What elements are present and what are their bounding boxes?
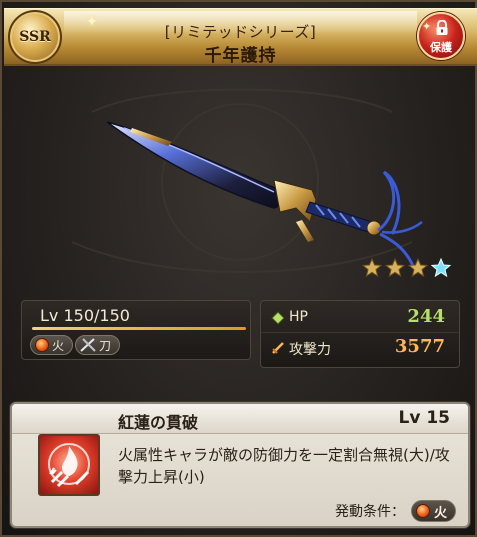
- activation-condition: 発動条件： 火: [335, 500, 456, 522]
- hp-diamond-icon: [271, 311, 285, 325]
- skill-name: 紅蓮の貫破: [118, 413, 199, 432]
- weapon-name: 千年護持: [204, 46, 277, 66]
- lock-icon: [436, 20, 448, 35]
- weapon-series: [リミテッドシリーズ]: [164, 23, 317, 41]
- sparkle-icon: ✦: [422, 20, 432, 33]
- condition-element-chip: 火: [410, 500, 456, 522]
- fire-element-icon: [415, 504, 430, 518]
- level-progress-bar: [32, 327, 246, 330]
- attack-label: 攻撃力: [289, 342, 331, 358]
- protect-label: 保護: [430, 41, 452, 54]
- weapon-type-chip: 刀: [75, 335, 121, 355]
- sparkle-icon: ✦: [86, 14, 98, 30]
- attack-value: 3577: [394, 336, 445, 357]
- ssr-rarity-badge: SSR: [8, 10, 62, 64]
- weapon-type-label: 刀: [99, 338, 112, 353]
- stats-panel: HP 244 攻撃力 3577: [260, 300, 460, 368]
- fire-element-icon: [35, 338, 49, 352]
- star-icon: [385, 258, 405, 278]
- skill-header: 紅蓮の貫破 Lv 15: [12, 404, 468, 434]
- star-icon: [362, 258, 382, 278]
- skill-description: 火属性キャラが敵の防御力を一定割合無視(大)/攻撃力上昇(小): [118, 446, 450, 486]
- attack-sword-icon: [272, 342, 284, 354]
- blue-star-icon: [431, 258, 451, 278]
- condition-element-label: 火: [433, 505, 447, 521]
- rarity-stars: [362, 258, 451, 278]
- condition-label: 発動条件：: [334, 504, 405, 520]
- level-text: Lv 150/150: [40, 306, 130, 325]
- attack-row: 攻撃力 3577: [261, 335, 459, 363]
- hp-label: HP: [289, 309, 308, 325]
- weapon-detail-frame: [リミテッドシリーズ] 千年護持 SSR 保護 ✦ ✦ Lv 150/150 火…: [0, 0, 477, 537]
- level-panel: Lv 150/150 火 刀: [21, 300, 251, 360]
- skill-icon: [38, 434, 100, 496]
- element-label: 火: [52, 338, 65, 353]
- weapon-header: [リミテッドシリーズ] 千年護持: [4, 8, 477, 66]
- hp-value: 244: [407, 306, 445, 327]
- rarity-label: SSR: [19, 29, 51, 45]
- element-chip: 火: [30, 335, 74, 355]
- flame-skill-icon: [48, 443, 90, 488]
- weapon-skill-panel[interactable]: 紅蓮の貫破 Lv 15 火属性キャラが敵の防御力を一定割合無視(大)/攻撃力上昇…: [10, 402, 470, 528]
- hp-row: HP 244: [261, 305, 459, 333]
- katana-type-icon: [80, 338, 96, 352]
- star-icon: [408, 258, 428, 278]
- skill-level: Lv 15: [398, 408, 451, 428]
